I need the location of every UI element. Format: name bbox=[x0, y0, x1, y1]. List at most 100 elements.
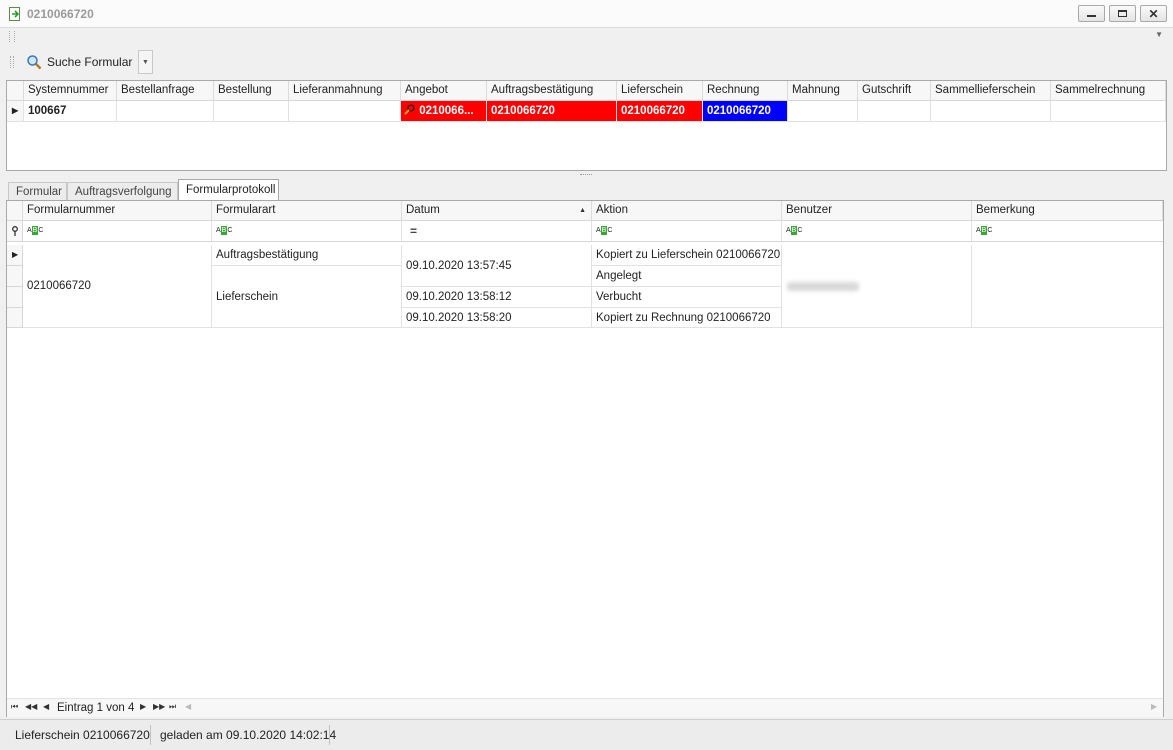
cell-aktion[interactable]: Kopiert zu Lieferschein 0210066720 bbox=[592, 245, 782, 266]
close-button[interactable]: ✕ bbox=[1140, 5, 1167, 22]
column-header-mahnung[interactable]: Mahnung bbox=[788, 81, 858, 101]
cell-lieferschein[interactable]: 0210066720 bbox=[617, 101, 703, 122]
column-header-sammellieferschein[interactable]: Sammellieferschein bbox=[931, 81, 1051, 101]
record-position-text: Eintrag 1 von 4 bbox=[57, 702, 135, 714]
cell-bestellanfrage[interactable] bbox=[117, 101, 214, 122]
column-header-sammelrechnung[interactable]: Sammelrechnung bbox=[1051, 81, 1166, 101]
row-indicator-header bbox=[7, 201, 23, 221]
row-pointer-icon: ▶ bbox=[12, 106, 19, 115]
column-header-rechnung[interactable]: Rechnung bbox=[703, 81, 788, 101]
chevron-down-icon: ▼ bbox=[142, 58, 149, 66]
status-separator bbox=[329, 725, 330, 745]
row-indicator[interactable]: ▶ bbox=[7, 245, 23, 266]
grid-header: Formularnummer Formularart Datum ▲ Aktio… bbox=[7, 201, 1163, 221]
cell-gutschrift[interactable] bbox=[858, 101, 931, 122]
form-log-grid: Formularnummer Formularart Datum ▲ Aktio… bbox=[6, 200, 1164, 717]
scroll-right-icon[interactable]: ▶ bbox=[1151, 702, 1157, 711]
filter-formularnummer[interactable]: ABC bbox=[23, 221, 212, 241]
cell-bemerkung[interactable] bbox=[972, 245, 1163, 328]
cell-sammellieferschein[interactable] bbox=[931, 101, 1051, 122]
redacted-user-name bbox=[787, 282, 859, 291]
row-pointer-icon: ▶ bbox=[12, 250, 19, 259]
cell-lieferanmahnung[interactable] bbox=[289, 101, 401, 122]
filter-aktion[interactable]: ABC bbox=[592, 221, 782, 241]
filter-bemerkung[interactable]: ABC bbox=[972, 221, 1163, 241]
column-header-datum[interactable]: Datum ▲ bbox=[402, 201, 592, 221]
previous-record-icon[interactable]: ◀ bbox=[43, 702, 49, 711]
column-header-gutschrift[interactable]: Gutschrift bbox=[858, 81, 931, 101]
cell-systemnummer[interactable]: 100667 bbox=[24, 101, 117, 122]
search-form-button[interactable]: Suche Formular bbox=[20, 50, 144, 74]
chevron-down-icon[interactable]: ▼ bbox=[1155, 30, 1163, 39]
maximize-button[interactable] bbox=[1109, 5, 1136, 22]
cell-auftragsbestaetigung[interactable]: 0210066720 bbox=[487, 101, 617, 122]
auto-filter-row: ABC ABC = ABC ABC ABC bbox=[7, 221, 1163, 242]
cell-datum[interactable]: 09.10.2020 13:58:12 bbox=[402, 287, 592, 308]
toolbar-grip[interactable] bbox=[10, 56, 14, 68]
row-indicator[interactable]: ▶ bbox=[7, 101, 24, 122]
bar-area: ▼ bbox=[0, 28, 1173, 45]
filter-datum[interactable]: = bbox=[402, 221, 592, 241]
cell-formularnummer[interactable]: 0210066720 bbox=[23, 245, 212, 328]
tab-auftragsverfolgung[interactable]: Auftragsverfolgung bbox=[67, 182, 178, 201]
cell-mahnung[interactable] bbox=[788, 101, 858, 122]
cell-formularart[interactable]: Auftragsbestätigung bbox=[212, 245, 402, 266]
cell-aktion[interactable]: Verbucht bbox=[592, 287, 782, 308]
row-indicator[interactable] bbox=[7, 287, 23, 308]
column-header-systemnummer[interactable]: Systemnummer bbox=[24, 81, 117, 101]
splitter-grip bbox=[580, 174, 592, 176]
cell-formularart[interactable]: Lieferschein bbox=[212, 266, 402, 328]
status-separator bbox=[150, 725, 151, 745]
column-header-benutzer[interactable]: Benutzer bbox=[782, 201, 972, 221]
column-header-angebot[interactable]: Angebot bbox=[401, 81, 487, 101]
cell-rechnung[interactable]: 0210066720 bbox=[703, 101, 788, 122]
previous-page-icon[interactable]: ◀◀ bbox=[25, 702, 37, 711]
cell-sammelrechnung[interactable] bbox=[1051, 101, 1166, 122]
column-header-datum-label: Datum bbox=[406, 204, 440, 216]
last-record-icon[interactable]: ⏭ bbox=[169, 702, 176, 712]
column-header-bemerkung[interactable]: Bemerkung bbox=[972, 201, 1163, 221]
cell-aktion[interactable]: Angelegt bbox=[592, 266, 782, 287]
status-loaded-at: geladen am 09.10.2020 14:02:14 bbox=[160, 728, 337, 742]
column-header-bestellung[interactable]: Bestellung bbox=[214, 81, 289, 101]
magnifier-icon bbox=[404, 104, 415, 115]
column-header-aktion[interactable]: Aktion bbox=[592, 201, 782, 221]
search-form-dropdown[interactable]: ▼ bbox=[138, 50, 153, 74]
tab-formular[interactable]: Formular bbox=[8, 182, 67, 201]
search-form-label: Suche Formular bbox=[47, 55, 133, 69]
status-document: Lieferschein 0210066720 bbox=[15, 728, 150, 742]
cell-datum[interactable]: 09.10.2020 13:57:45 bbox=[402, 245, 592, 287]
tab-formularprotokoll[interactable]: Formularprotokoll bbox=[178, 179, 279, 201]
scroll-left-icon[interactable]: ◀ bbox=[185, 702, 191, 711]
column-header-auftragsbestaetigung[interactable]: Auftragsbestätigung bbox=[487, 81, 617, 101]
column-header-bestellanfrage[interactable]: Bestellanfrage bbox=[117, 81, 214, 101]
panel-splitter[interactable] bbox=[0, 171, 1173, 179]
filter-formularart[interactable]: ABC bbox=[212, 221, 402, 241]
first-record-icon[interactable]: ⏮ bbox=[11, 702, 18, 712]
bar-grip[interactable] bbox=[9, 31, 15, 42]
cell-datum[interactable]: 09.10.2020 13:58:20 bbox=[402, 308, 592, 328]
filter-benutzer[interactable]: ABC bbox=[782, 221, 972, 241]
row-indicator[interactable] bbox=[7, 266, 23, 287]
column-header-formularnummer[interactable]: Formularnummer bbox=[23, 201, 212, 221]
column-header-lieferschein[interactable]: Lieferschein bbox=[617, 81, 703, 101]
title-bar: 0210066720 ✕ bbox=[0, 0, 1173, 28]
minimize-icon bbox=[1087, 15, 1096, 17]
row-indicator[interactable] bbox=[7, 308, 23, 328]
cell-aktion[interactable]: Kopiert zu Rechnung 0210066720 bbox=[592, 308, 782, 328]
cell-angebot-value: 0210066... bbox=[419, 105, 474, 117]
column-header-lieferanmahnung[interactable]: Lieferanmahnung bbox=[289, 81, 401, 101]
status-bar: Lieferschein 0210066720 geladen am 09.10… bbox=[0, 719, 1173, 750]
window-title: 0210066720 bbox=[27, 7, 94, 21]
minimize-button[interactable] bbox=[1078, 5, 1105, 22]
sort-ascending-icon: ▲ bbox=[579, 207, 586, 214]
column-header-formularart[interactable]: Formularart bbox=[212, 201, 402, 221]
form-overview-grid: Systemnummer Bestellanfrage Bestellung L… bbox=[6, 80, 1167, 171]
cell-bestellung[interactable] bbox=[214, 101, 289, 122]
cell-benutzer[interactable] bbox=[782, 245, 972, 328]
next-record-icon[interactable]: ▶ bbox=[140, 702, 146, 711]
next-page-icon[interactable]: ▶▶ bbox=[153, 702, 165, 711]
cell-angebot[interactable]: 0210066... bbox=[401, 101, 487, 122]
text-filter-icon: ABC bbox=[216, 226, 233, 235]
text-filter-icon: ABC bbox=[976, 226, 993, 235]
